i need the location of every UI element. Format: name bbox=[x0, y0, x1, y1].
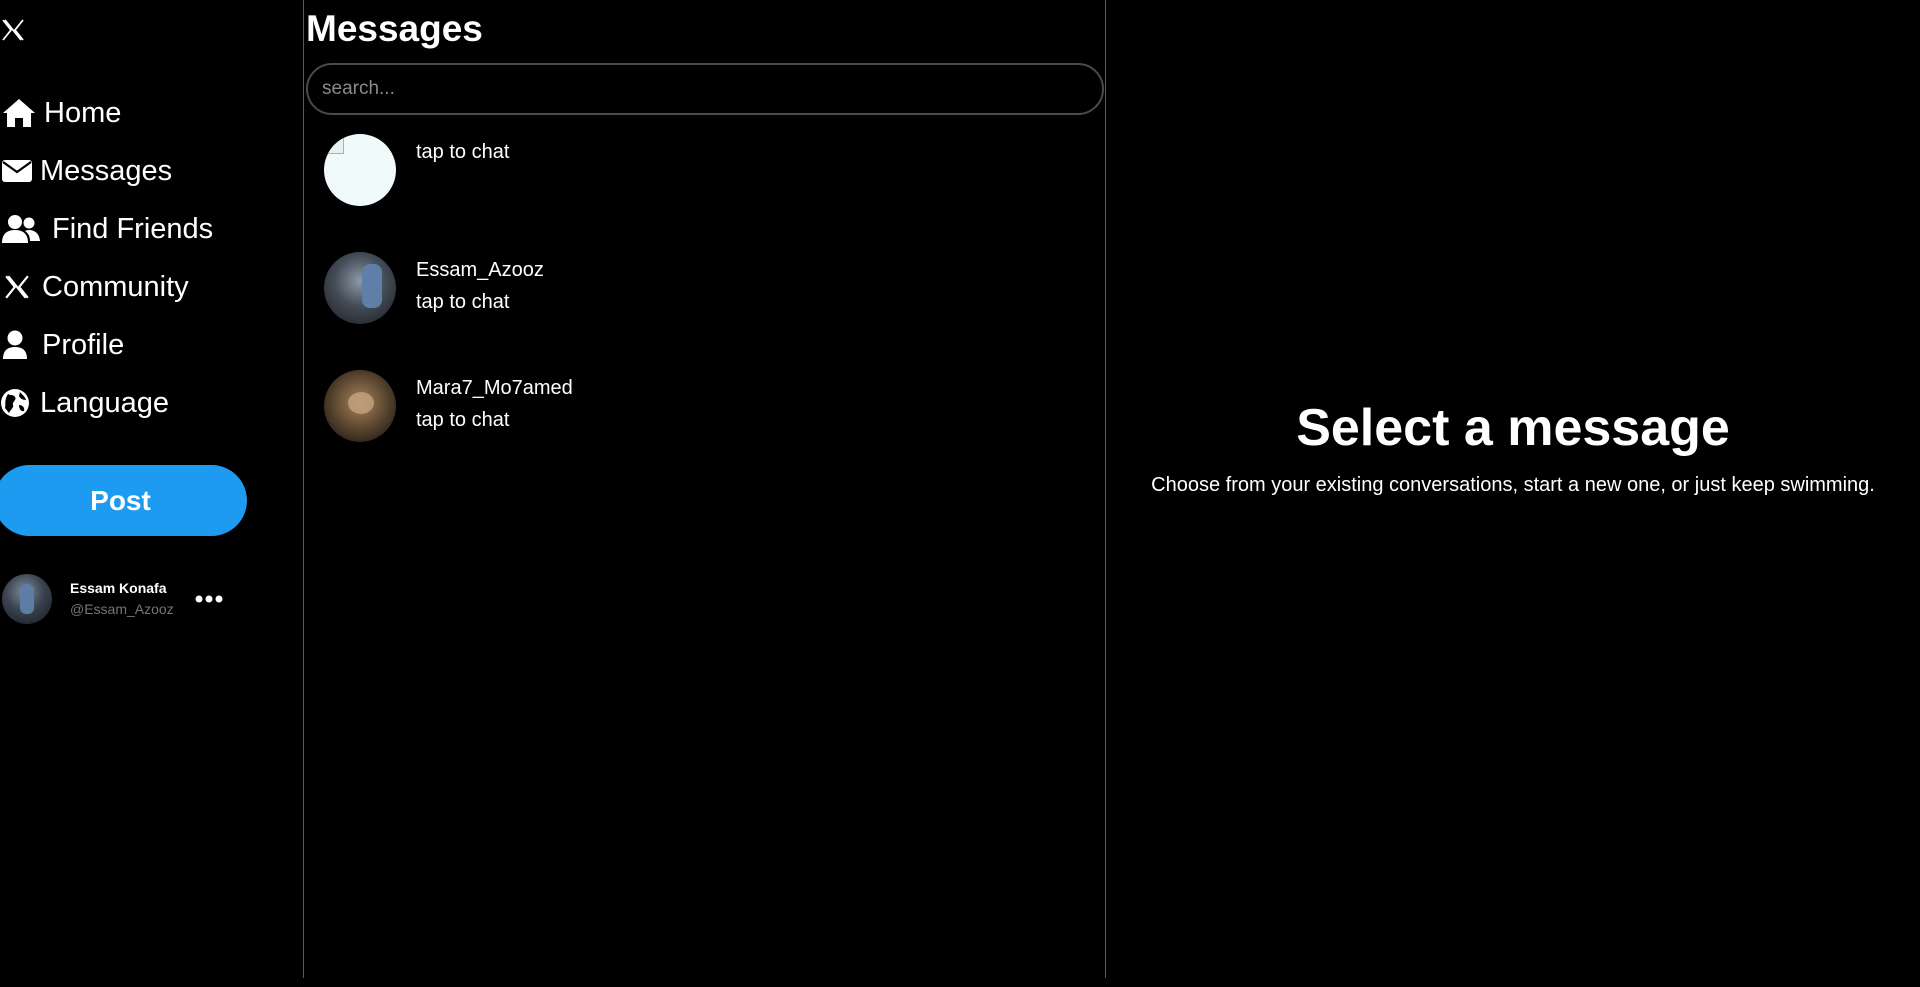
account-switcher[interactable]: Essam Konafa @Essam_Azooz bbox=[0, 570, 240, 628]
nav-label-language: Language bbox=[40, 386, 170, 419]
account-handle: @Essam_Azooz bbox=[70, 601, 174, 617]
avatar bbox=[324, 134, 396, 206]
globe-icon bbox=[0, 386, 30, 420]
users-icon bbox=[0, 212, 42, 246]
empty-state-title: Select a message bbox=[1296, 399, 1730, 457]
x-logo-icon bbox=[0, 270, 34, 304]
account-names: Essam Konafa @Essam_Azooz bbox=[70, 578, 174, 620]
nav-label-community: Community bbox=[42, 270, 189, 303]
nav-label-profile: Profile bbox=[42, 328, 125, 361]
envelope-icon bbox=[0, 154, 34, 188]
nav-item-community[interactable]: Community bbox=[0, 264, 189, 310]
avatar bbox=[2, 574, 52, 624]
page-title: Messages bbox=[306, 8, 483, 49]
more-dots-icon[interactable] bbox=[194, 584, 224, 614]
app-root: Home Messages Find Friends Community Pro… bbox=[0, 0, 1920, 987]
x-logo-icon[interactable] bbox=[0, 14, 26, 46]
nav-item-find-friends[interactable]: Find Friends bbox=[0, 206, 213, 252]
nav-item-messages[interactable]: Messages bbox=[0, 148, 172, 194]
conversation-name: Essam_Azooz bbox=[416, 259, 544, 281]
account-display-name: Essam Konafa bbox=[70, 580, 167, 596]
avatar bbox=[324, 252, 396, 324]
nav-item-profile[interactable]: Profile bbox=[0, 322, 124, 368]
user-icon bbox=[0, 328, 30, 362]
avatar bbox=[324, 370, 396, 442]
conversation-item[interactable]: tap to chat bbox=[324, 134, 1094, 208]
conversation-subtitle: tap to chat bbox=[416, 141, 510, 163]
nav-label-home: Home bbox=[44, 96, 122, 129]
post-button[interactable]: Post bbox=[0, 465, 247, 536]
nav-item-language[interactable]: Language bbox=[0, 380, 169, 426]
conversation-text: Essam_Azooz tap to chat bbox=[416, 252, 544, 326]
nav-item-home[interactable]: Home bbox=[0, 90, 121, 136]
conversation-item[interactable]: Mara7_Mo7amed tap to chat bbox=[324, 370, 1094, 444]
conversation-subtitle: tap to chat bbox=[416, 291, 510, 313]
search-input[interactable] bbox=[306, 63, 1104, 115]
message-detail-pane: Select a message Choose from your existi… bbox=[1106, 0, 1920, 987]
conversation-subtitle: tap to chat bbox=[416, 409, 510, 431]
conversation-name: Mara7_Mo7amed bbox=[416, 377, 573, 399]
conversation-item[interactable]: Essam_Azooz tap to chat bbox=[324, 252, 1094, 326]
nav-label-find-friends: Find Friends bbox=[52, 212, 214, 245]
nav-label-messages: Messages bbox=[40, 154, 173, 187]
sidebar: Home Messages Find Friends Community Pro… bbox=[0, 0, 303, 987]
home-icon bbox=[0, 96, 38, 130]
empty-state-subtitle: Choose from your existing conversations,… bbox=[1151, 474, 1875, 496]
messages-column: Messages tap to chat Essam_Azooz tap to … bbox=[304, 0, 1105, 987]
conversation-text: Mara7_Mo7amed tap to chat bbox=[416, 370, 573, 444]
conversation-text: tap to chat bbox=[416, 134, 509, 208]
